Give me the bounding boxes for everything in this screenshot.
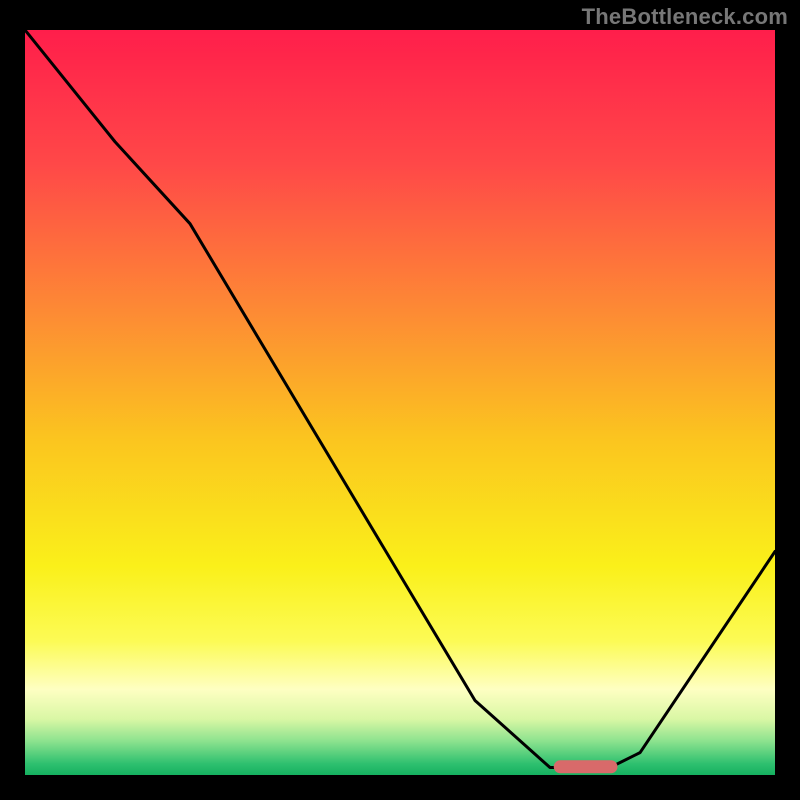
sweet-spot-marker [554,760,618,773]
plot-area [25,30,775,775]
watermark-text: TheBottleneck.com [582,4,788,30]
chart-svg [25,30,775,775]
gradient-background [25,30,775,775]
chart-frame: TheBottleneck.com [0,0,800,800]
